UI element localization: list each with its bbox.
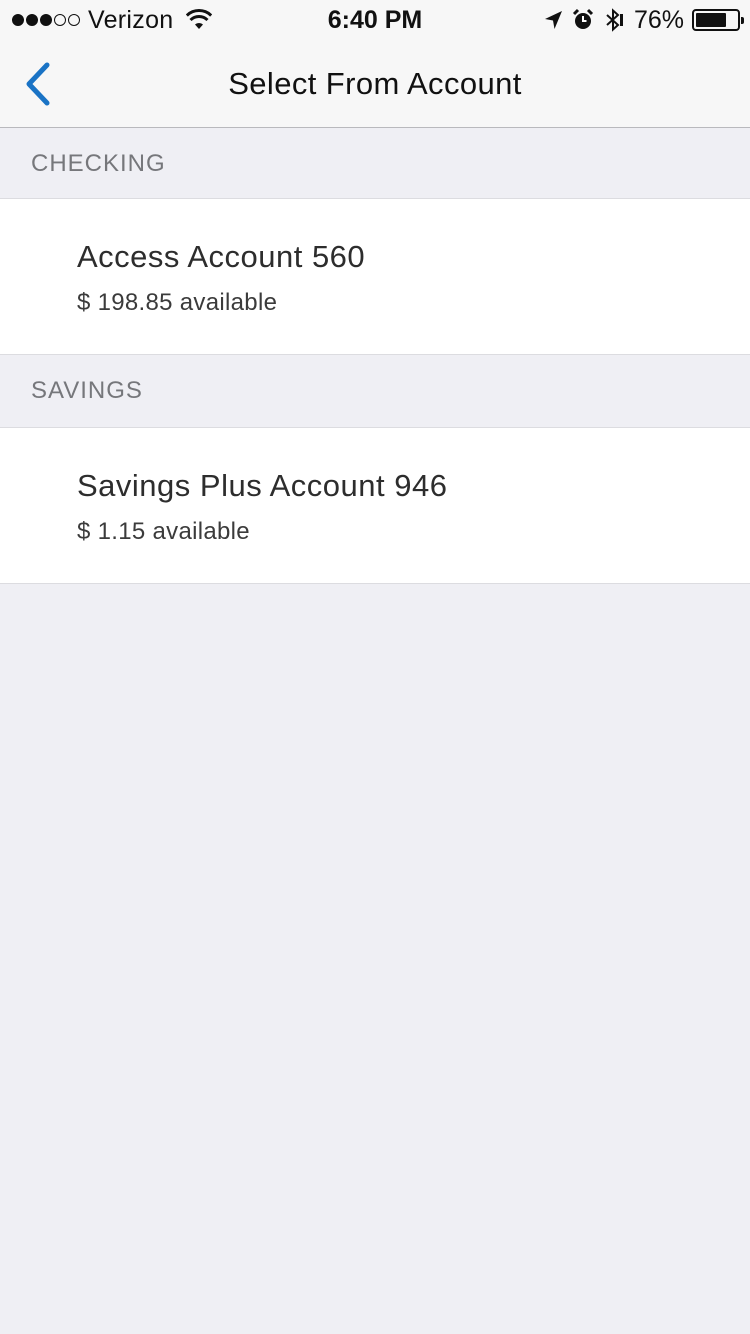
account-name: Savings Plus Account 946: [77, 468, 448, 503]
signal-dot: [40, 14, 52, 26]
battery-icon: [692, 9, 744, 31]
status-left: Verizon: [12, 6, 212, 34]
section-header-checking: CHECKING: [0, 129, 750, 199]
bluetooth-icon: [606, 8, 623, 32]
status-bar: Verizon 6:40 PM 76%: [0, 0, 750, 40]
account-row-checking[interactable]: Access Account 560 $ 198.85 available: [0, 199, 750, 355]
status-right: 76%: [542, 5, 744, 34]
signal-dot: [54, 14, 66, 26]
account-list: CHECKING Access Account 560 $ 198.85 ava…: [0, 129, 750, 584]
navigation-bar: Select From Account: [0, 40, 750, 128]
account-balance: $ 1.15 available: [77, 518, 250, 545]
account-balance: $ 198.85 available: [77, 289, 278, 316]
account-row-savings[interactable]: Savings Plus Account 946 $ 1.15 availabl…: [0, 428, 750, 584]
battery-percentage: 76%: [633, 5, 684, 34]
wifi-icon: [185, 9, 212, 29]
section-header-savings: SAVINGS: [0, 355, 750, 428]
alarm-icon: [572, 8, 594, 29]
battery-level-fill: [696, 13, 727, 27]
signal-dot: [12, 14, 24, 26]
screen: Verizon 6:40 PM 76% Select From Account …: [0, 0, 750, 1334]
signal-strength-icon: [12, 14, 80, 26]
carrier-name: Verizon: [88, 5, 174, 34]
location-arrow-icon: [544, 11, 562, 29]
account-name: Access Account 560: [77, 239, 366, 274]
signal-dot: [68, 14, 80, 26]
signal-dot: [26, 14, 38, 26]
page-title: Select From Account: [228, 66, 522, 101]
